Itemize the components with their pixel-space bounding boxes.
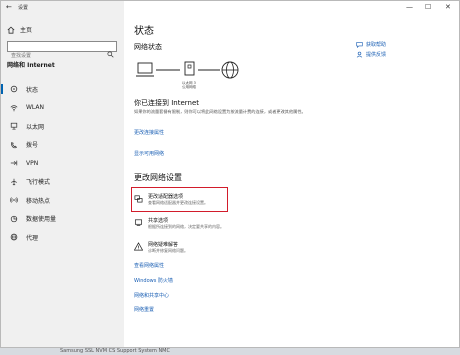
sidebar-item-label: 以太网 — [26, 123, 45, 131]
sidebar-item-label: 飞行模式 — [26, 179, 51, 187]
page-title: 状态 — [134, 26, 154, 37]
windows-firewall-link[interactable]: Windows 防火墙 — [134, 277, 173, 284]
sidebar-item-label: 代理 — [26, 234, 39, 242]
search-icon[interactable] — [107, 43, 114, 58]
feedback-icon — [356, 51, 363, 58]
vpn-icon — [9, 159, 18, 168]
sidebar-item-wlan[interactable]: WLAN — [1, 99, 124, 118]
connected-description: 如果你的流量套餐有限制，则你可以将此网络设置为按流量计费的连接，或者更改其他属性… — [134, 109, 306, 114]
view-network-properties-link[interactable]: 查看网络属性 — [134, 262, 164, 269]
airplane-icon — [9, 177, 18, 186]
sidebar-item-hotspot[interactable]: 移动热点 — [1, 191, 124, 210]
hotspot-icon — [9, 196, 18, 205]
network-diagram — [136, 61, 239, 79]
sidebar-item-label: 数据使用量 — [26, 216, 57, 224]
troubleshooter-item[interactable]: 网络疑难解答 诊断并修复网络问题。 — [134, 241, 324, 257]
sidebar-item-proxy[interactable]: 代理 — [1, 228, 124, 247]
status-icon — [9, 85, 18, 94]
dialup-icon — [9, 140, 18, 149]
show-available-networks-link[interactable]: 显示可用网络 — [134, 150, 164, 157]
home-link[interactable]: 主页 — [7, 25, 32, 34]
section-title: 网络和 Internet — [7, 62, 55, 69]
get-help-link[interactable]: 获取帮助 — [356, 41, 386, 48]
home-icon — [7, 26, 15, 34]
internet-globe-icon — [221, 61, 239, 79]
give-feedback-label: 提供反馈 — [366, 52, 387, 58]
sidebar-nav: 状态 WLAN 以太网 拨号 VPN 飞行模式 移动热点 数据使用量 代理 — [1, 80, 124, 247]
option-title: 共享选项 — [148, 218, 169, 224]
data-usage-icon — [9, 214, 18, 223]
option-title: 网络疑难解答 — [148, 242, 179, 248]
sharing-options-item[interactable]: 共享选项 根据所连接到的网络，决定要共享的内容。 — [134, 217, 324, 233]
network-reset-link[interactable]: 网络重置 — [134, 306, 154, 313]
change-connection-properties-link[interactable]: 更改连接属性 — [134, 129, 164, 136]
taskbar: Samsung SSL NVM CS Support System NMC — [0, 348, 460, 355]
connected-heading: 你已连接到 Internet — [134, 99, 200, 107]
warning-icon — [134, 242, 143, 251]
ethernet-icon — [9, 122, 18, 131]
title-bar: ← 设置 — [1, 1, 124, 13]
help-icon — [356, 41, 363, 48]
give-feedback-link[interactable]: 提供反馈 — [356, 51, 386, 58]
sharing-icon — [134, 218, 143, 227]
sidebar-item-label: 拨号 — [26, 142, 39, 150]
wifi-icon — [9, 103, 18, 112]
app-title: 设置 — [18, 5, 29, 11]
network-sharing-center-link[interactable]: 网络和共享中心 — [134, 292, 169, 299]
network-status-heading: 网络状态 — [134, 43, 162, 51]
computer-icon — [136, 62, 154, 77]
home-label: 主页 — [20, 27, 33, 34]
taskbar-text: Samsung SSL NVM CS Support System NMC — [60, 348, 170, 354]
sidebar-item-label: WLAN — [26, 104, 45, 112]
change-settings-heading: 更改网络设置 — [134, 173, 182, 182]
sidebar-item-label: VPN — [26, 159, 39, 167]
sidebar-item-label: 移动热点 — [26, 197, 51, 205]
get-help-label: 获取帮助 — [366, 42, 387, 48]
sidebar-item-airplane[interactable]: 飞行模式 — [1, 173, 124, 192]
sidebar-item-data-usage[interactable]: 数据使用量 — [1, 210, 124, 229]
settings-window: ← 设置 主页 网络和 Internet 状态 — [0, 0, 460, 348]
globe-icon — [9, 233, 18, 242]
sidebar-item-label: 状态 — [26, 86, 39, 94]
main-content: 状态 网络状态 以太网 3 公用网络 你已连接到 Internet 如果你的流量… — [124, 1, 459, 347]
back-button[interactable]: ← — [6, 3, 12, 11]
option-description: 诊断并修复网络问题。 — [148, 248, 188, 253]
sidebar-item-vpn[interactable]: VPN — [1, 154, 124, 173]
ethernet-port-icon — [184, 61, 195, 76]
sidebar: ← 设置 主页 网络和 Internet 状态 — [1, 1, 124, 347]
sidebar-item-dialup[interactable]: 拨号 — [1, 136, 124, 155]
sidebar-item-ethernet[interactable]: 以太网 — [1, 117, 124, 136]
network-profile: 公用网络 — [182, 85, 196, 89]
option-description: 根据所连接到的网络，决定要共享的内容。 — [148, 224, 224, 229]
sidebar-item-status[interactable]: 状态 — [1, 80, 124, 99]
highlight-box — [131, 187, 228, 212]
search-box[interactable] — [7, 41, 117, 61]
